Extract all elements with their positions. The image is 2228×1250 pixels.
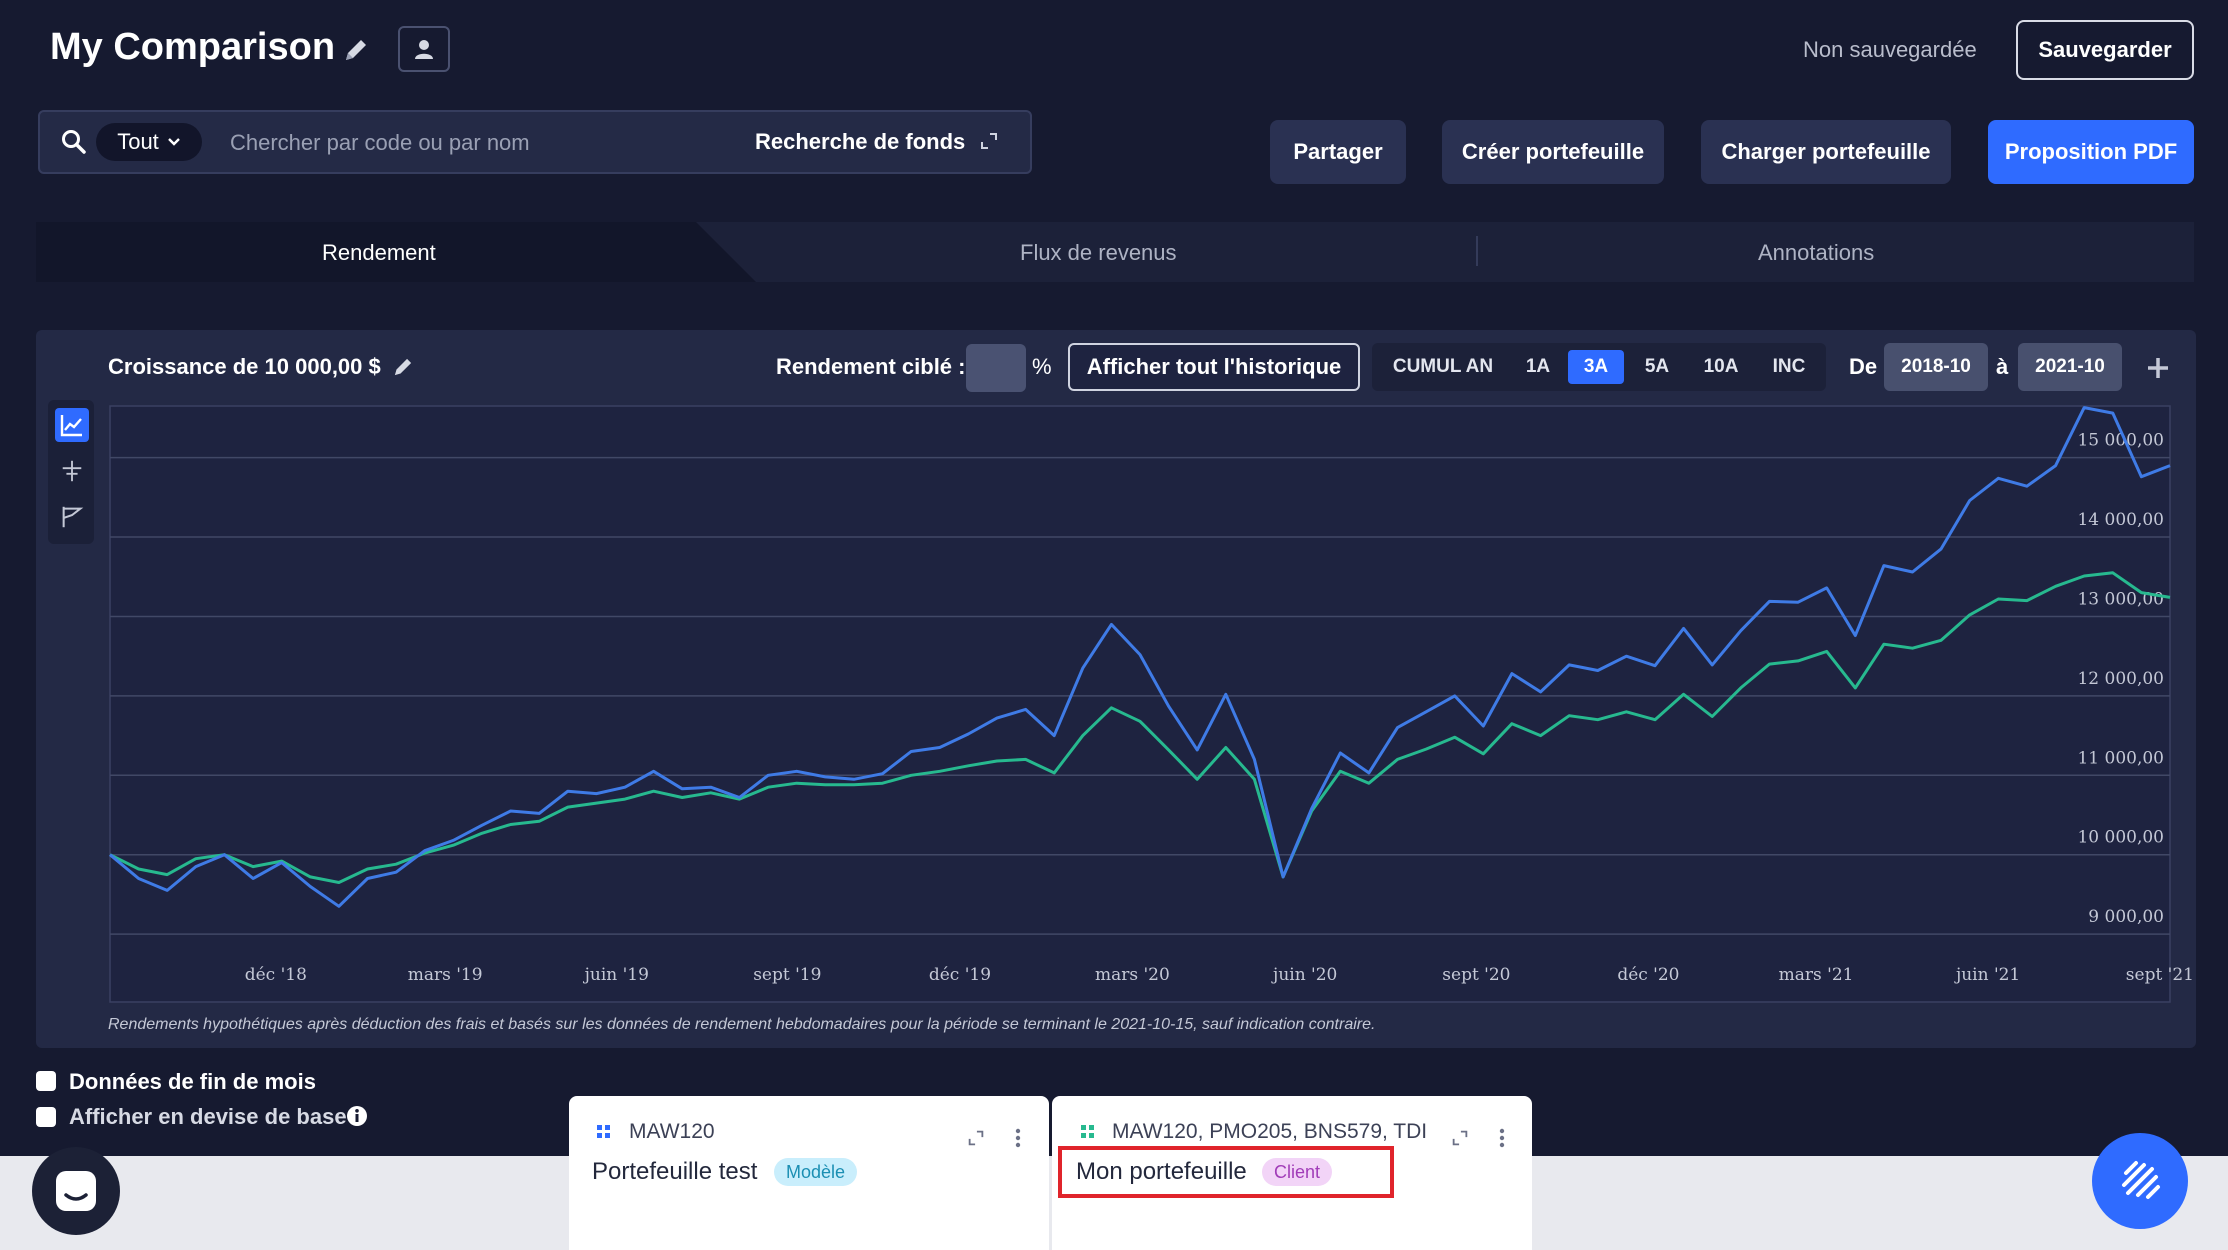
x-tick-label: mars '20 (1095, 965, 1170, 985)
y-tick-label: 11 000,00 (2077, 748, 2164, 768)
assistant-button[interactable] (2092, 1133, 2188, 1229)
month-end-label: Données de fin de mois (69, 1069, 316, 1094)
x-tick-label: sept '21 (2126, 965, 2194, 985)
portfolio-name: Portefeuille test (592, 1158, 758, 1185)
plot-area (109, 405, 2171, 1003)
expand-icon[interactable] (1448, 1126, 1472, 1150)
y-tick-label: 14 000,00 (2077, 510, 2164, 530)
base-currency-label: Afficher en devise de base (69, 1104, 347, 1129)
disclaimer-text: Rendements hypothétiques après déduction… (108, 1016, 1376, 1033)
expand-icon[interactable] (964, 1126, 988, 1150)
portfolio-codes: MAW120, PMO205, BNS579, TDI (1112, 1120, 1428, 1143)
x-tick-label: déc '18 (245, 965, 307, 985)
x-tick-label: déc '19 (929, 965, 991, 985)
y-tick-label: 10 000,00 (2077, 828, 2164, 848)
y-tick-label: 9 000,00 (2088, 907, 2164, 927)
y-tick-label: 13 000,00 (2077, 589, 2164, 609)
assistant-icon (2122, 1161, 2160, 1199)
x-tick-label: juin '19 (583, 965, 649, 985)
x-tick-label: juin '20 (1271, 965, 1337, 985)
x-tick-label: mars '21 (1779, 965, 1854, 985)
x-tick-label: juin '21 (1954, 965, 2020, 985)
chat-launcher-button[interactable] (32, 1147, 120, 1235)
x-tick-label: sept '19 (753, 965, 821, 985)
highlight-box (1058, 1146, 1394, 1198)
portfolio-badge-model: Modèle (774, 1158, 858, 1186)
x-tick-label: déc '20 (1617, 965, 1679, 985)
info-icon[interactable] (346, 1105, 368, 1127)
portfolio-codes: MAW120 (629, 1120, 715, 1143)
more-vertical-icon[interactable] (1006, 1126, 1030, 1150)
x-tick-label: mars '19 (408, 965, 483, 985)
grid-icon (592, 1120, 616, 1144)
grid-icon (1076, 1120, 1100, 1144)
x-tick-label: sept '20 (1442, 965, 1510, 985)
chat-icon (56, 1171, 96, 1211)
y-tick-label: 12 000,00 (2077, 669, 2164, 689)
base-currency-checkbox[interactable] (36, 1107, 56, 1127)
more-vertical-icon[interactable] (1490, 1126, 1514, 1150)
performance-chart: 9 000,00 10 000,00 11 000,00 12 000,00 13 00… (109, 405, 2194, 1003)
month-end-checkbox[interactable] (36, 1071, 56, 1091)
